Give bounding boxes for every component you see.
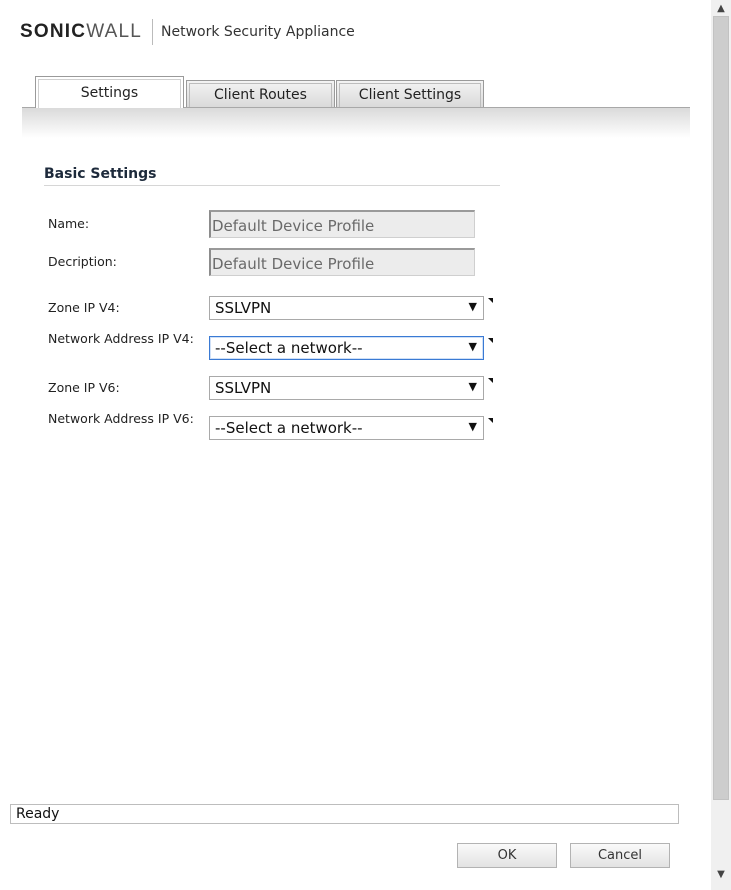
scroll-up-icon[interactable]: ▲ xyxy=(711,0,731,16)
network-ipv4-label: Network Address IP V4: xyxy=(48,331,194,346)
network-ipv4-select[interactable]: --Select a network-- ▼ xyxy=(209,336,484,360)
status-bar: Ready xyxy=(10,804,679,824)
chevron-down-icon: ▼ xyxy=(468,300,477,313)
zone-ipv6-select[interactable]: SSLVPN ▼ xyxy=(209,376,484,400)
logo-prefix: SONIC xyxy=(20,21,87,42)
section-title: Basic Settings xyxy=(44,166,500,186)
required-marker-icon xyxy=(488,298,493,303)
zone-ipv6-label: Zone IP V6: xyxy=(48,380,120,395)
cancel-button[interactable]: Cancel xyxy=(570,843,670,868)
brand-header: SONICWALL Network Security Appliance xyxy=(20,18,355,46)
zone-ipv6-value: SSLVPN xyxy=(215,379,272,397)
tab-panel-header xyxy=(22,108,690,138)
chevron-down-icon: ▼ xyxy=(468,420,477,433)
description-label: Decription: xyxy=(48,254,117,269)
ok-button[interactable]: OK xyxy=(457,843,557,868)
chevron-down-icon: ▼ xyxy=(468,340,477,353)
network-ipv4-value: --Select a network-- xyxy=(215,339,363,357)
dialog-page: SONICWALL Network Security Appliance Set… xyxy=(0,0,731,890)
chevron-down-icon: ▼ xyxy=(468,380,477,393)
tab-client-routes[interactable]: Client Routes xyxy=(186,80,335,108)
network-ipv6-value: --Select a network-- xyxy=(215,419,363,437)
tab-bar: Settings Client Routes Client Settings xyxy=(22,76,690,108)
network-ipv6-label: Network Address IP V6: xyxy=(48,411,194,426)
scroll-down-icon[interactable]: ▼ xyxy=(711,866,731,882)
name-label: Name: xyxy=(48,216,90,231)
vertical-scrollbar[interactable]: ▲ ▼ xyxy=(711,0,731,890)
tab-client-settings[interactable]: Client Settings xyxy=(336,80,484,108)
zone-ipv4-value: SSLVPN xyxy=(215,299,272,317)
zone-ipv4-select[interactable]: SSLVPN ▼ xyxy=(209,296,484,320)
required-marker-icon xyxy=(488,378,493,383)
required-marker-icon xyxy=(488,418,493,423)
tab-settings[interactable]: Settings xyxy=(35,76,184,108)
product-name: Network Security Appliance xyxy=(161,24,355,40)
description-field[interactable] xyxy=(209,248,475,276)
scrollbar-thumb[interactable] xyxy=(713,16,729,800)
sonicwall-logo: SONICWALL xyxy=(20,21,142,43)
logo-suffix: WALL xyxy=(86,21,143,42)
network-ipv6-select[interactable]: --Select a network-- ▼ xyxy=(209,416,484,440)
required-marker-icon xyxy=(488,338,493,343)
name-field[interactable] xyxy=(209,210,475,238)
logo-divider xyxy=(152,19,154,45)
zone-ipv4-label: Zone IP V4: xyxy=(48,300,120,315)
